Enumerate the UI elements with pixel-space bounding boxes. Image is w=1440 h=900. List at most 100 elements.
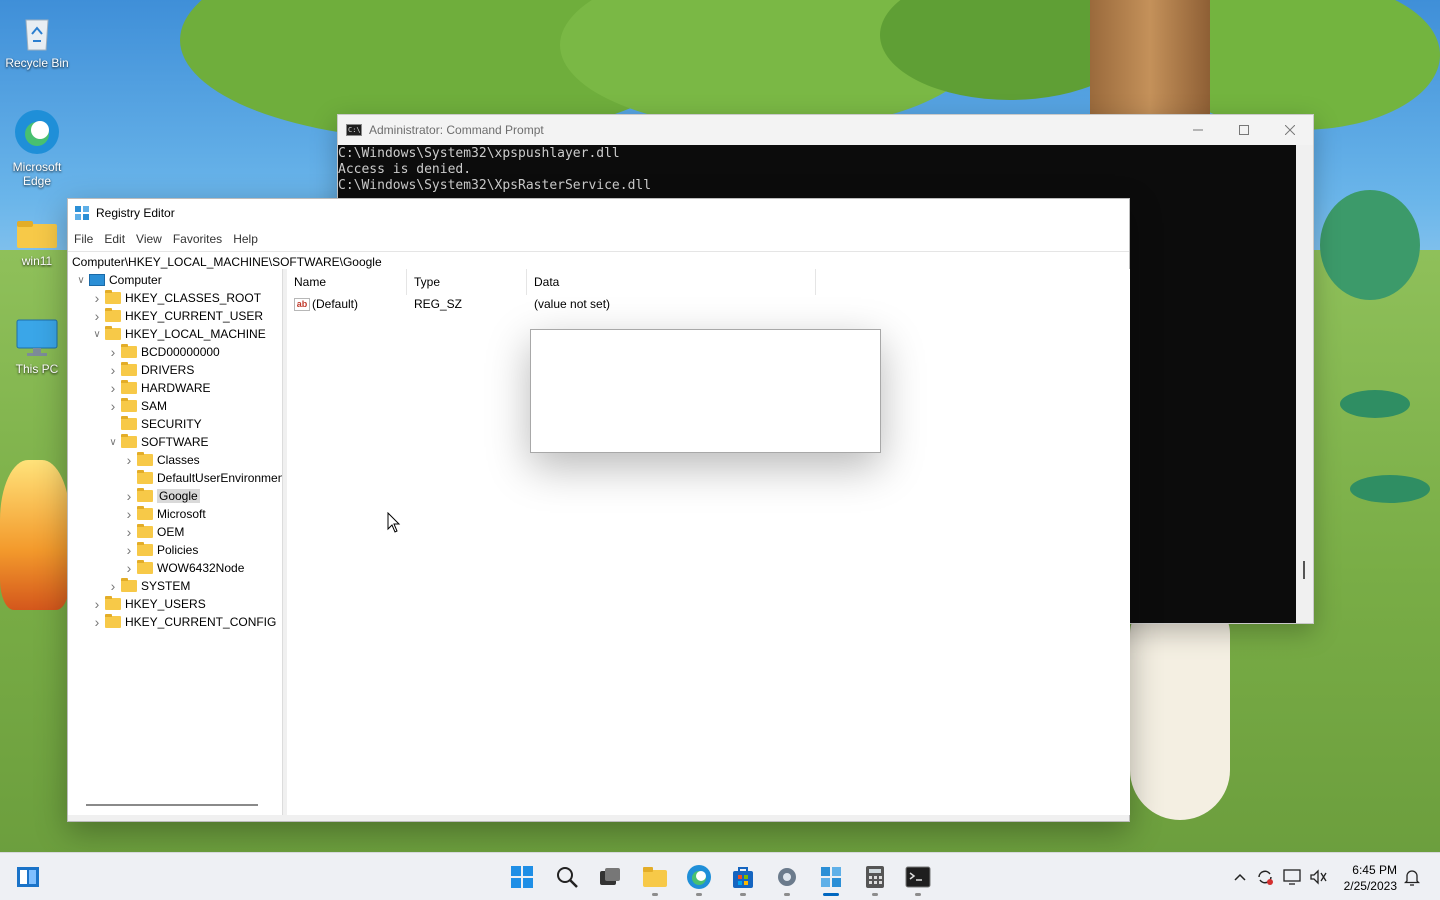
menu-file[interactable]: File	[69, 232, 98, 246]
task-view-button[interactable]	[594, 861, 626, 893]
chevron-down-icon[interactable]: ∨	[90, 329, 104, 340]
chevron-right-icon[interactable]: ›	[122, 524, 136, 540]
tree-node[interactable]: ∨ HKEY_LOCAL_MACHINE	[90, 325, 266, 343]
tree-node-label: Computer	[109, 273, 162, 287]
tree-node-label: SECURITY	[141, 417, 202, 431]
edge-icon	[15, 110, 59, 154]
taskbar-settings[interactable]	[771, 861, 803, 896]
chevron-right-icon[interactable]: ›	[90, 614, 104, 630]
chevron-right-icon[interactable]: ›	[106, 344, 120, 360]
desktop-icon-this-pc[interactable]: This PC	[0, 318, 74, 376]
console-line: C:\Windows\System32\XpsRasterService.dll	[338, 178, 652, 193]
desktop-icon-edge[interactable]: Microsoft Edge	[0, 108, 74, 188]
regedit-titlebar[interactable]: Registry Editor	[68, 199, 1129, 227]
chevron-right-icon[interactable]: ›	[106, 380, 120, 396]
chevron-down-icon[interactable]: ∨	[74, 275, 88, 286]
volume-icon	[1310, 869, 1327, 885]
minimize-button[interactable]	[1175, 115, 1221, 145]
value-row[interactable]: ab (Default) REG_SZ (value not set)	[287, 295, 816, 313]
tree-horizontal-scrollbar[interactable]	[86, 804, 258, 806]
column-header-data[interactable]: Data	[527, 269, 816, 295]
value-name: (Default)	[312, 297, 359, 311]
tree-node[interactable]: › DRIVERS	[106, 361, 194, 379]
tray-volume-button[interactable]	[1303, 861, 1333, 893]
tree-node[interactable]: › HKEY_USERS	[90, 595, 206, 613]
folder-icon	[137, 524, 153, 538]
start-button[interactable]	[506, 861, 538, 893]
column-header-name[interactable]: Name	[287, 269, 407, 295]
chevron-right-icon[interactable]: ›	[122, 452, 136, 468]
taskbar-terminal[interactable]	[902, 861, 934, 896]
tree-node[interactable]: › OEM	[122, 523, 184, 541]
tree-node[interactable]: › WOW6432Node	[122, 559, 244, 577]
tree-node[interactable]: › HKEY_CURRENT_USER	[90, 307, 263, 325]
menu-favorites[interactable]: Favorites	[168, 232, 227, 246]
tree-node[interactable]: › HKEY_CURRENT_CONFIG	[90, 613, 276, 631]
menu-help[interactable]: Help	[228, 232, 263, 246]
search-button[interactable]	[551, 861, 583, 893]
taskbar-file-explorer[interactable]	[639, 861, 671, 896]
chevron-right-icon[interactable]: ›	[122, 488, 136, 504]
column-header-type[interactable]: Type	[407, 269, 527, 295]
tree-node[interactable]: › BCD00000000	[106, 343, 220, 361]
chevron-up-icon	[1234, 873, 1246, 881]
menu-view[interactable]: View	[131, 232, 167, 246]
widgets-button[interactable]	[12, 861, 44, 893]
maximize-icon	[1239, 125, 1249, 135]
taskbar-store[interactable]	[727, 861, 759, 896]
tray-clock[interactable]: 6:45 PM 2/25/2023	[1344, 862, 1397, 894]
tree-node[interactable]: › HKEY_CLASSES_ROOT	[90, 289, 261, 307]
taskbar-calculator[interactable]	[859, 861, 891, 896]
desktop-icon-label: Microsoft Edge	[12, 160, 62, 188]
tree-node[interactable]: › Policies	[122, 541, 198, 559]
running-indicator	[696, 893, 702, 896]
chevron-right-icon[interactable]: ›	[122, 542, 136, 558]
notification-button[interactable]	[1397, 861, 1427, 893]
chevron-right-icon[interactable]: ›	[90, 308, 104, 324]
chevron-right-icon[interactable]: ›	[122, 560, 136, 576]
close-icon	[1285, 125, 1295, 135]
tree-node[interactable]: › Microsoft	[122, 505, 206, 523]
tree-node[interactable]: › Classes	[122, 451, 200, 469]
chevron-right-icon[interactable]: ›	[90, 290, 104, 306]
close-button[interactable]	[1267, 115, 1313, 145]
registry-editor-icon	[821, 867, 841, 887]
folder-icon	[121, 434, 137, 448]
tree-node[interactable]: › SYSTEM	[106, 577, 190, 595]
desktop-icon-label: Recycle Bin	[5, 56, 69, 70]
tree-node[interactable]: › Google	[122, 487, 200, 505]
desktop-icon-recycle-bin[interactable]: Recycle Bin	[0, 14, 74, 70]
registry-tree[interactable]: ∨ Computer › HKEY_CLASSES_ROOT › HKEY_CURRENT…	[68, 269, 283, 815]
cmd-scrollbar[interactable]	[1296, 145, 1313, 623]
registry-editor-icon	[75, 206, 89, 220]
clock-date: 2/25/2023	[1343, 879, 1397, 893]
desktop-icon-win11[interactable]: win11	[0, 220, 74, 268]
tree-node-label: HKEY_CLASSES_ROOT	[125, 291, 262, 305]
chevron-right-icon[interactable]: ›	[106, 578, 120, 594]
taskbar-edge[interactable]	[683, 861, 715, 896]
tree-node[interactable]: › SAM	[106, 397, 167, 415]
tree-node[interactable]: › HARDWARE	[106, 379, 211, 397]
chevron-right-icon[interactable]: ›	[106, 398, 120, 414]
chevron-right-icon[interactable]: ›	[90, 596, 104, 612]
tree-node[interactable]: DefaultUserEnvironment	[122, 469, 282, 487]
taskbar-registry-editor[interactable]	[815, 861, 847, 896]
chevron-right-icon[interactable]: ›	[122, 506, 136, 522]
blank-popup-window[interactable]	[530, 329, 881, 453]
maximize-button[interactable]	[1221, 115, 1267, 145]
chevron-down-icon[interactable]: ∨	[106, 437, 120, 448]
menu-edit[interactable]: Edit	[99, 232, 130, 246]
tray-sync-button[interactable]	[1250, 861, 1280, 893]
column-headers: Name Type Data	[287, 269, 816, 295]
tree-node[interactable]: SECURITY	[106, 415, 202, 433]
chevron-right-icon[interactable]: ›	[106, 362, 120, 378]
registry-editor-window[interactable]: Registry Editor File Edit View Favorites…	[67, 198, 1130, 822]
tree-node[interactable]: ∨ SOFTWARE	[106, 433, 209, 451]
tree-node-label: DRIVERS	[141, 363, 195, 377]
cmd-titlebar[interactable]: C:\ Administrator: Command Prompt	[338, 115, 1313, 145]
tree-node-label: Policies	[157, 543, 199, 557]
scrollbar-thumb[interactable]	[1303, 561, 1305, 579]
taskbar: 6:45 PM 2/25/2023	[0, 852, 1440, 900]
regedit-title: Registry Editor	[96, 206, 175, 220]
tree-node[interactable]: ∨ Computer	[74, 271, 162, 289]
